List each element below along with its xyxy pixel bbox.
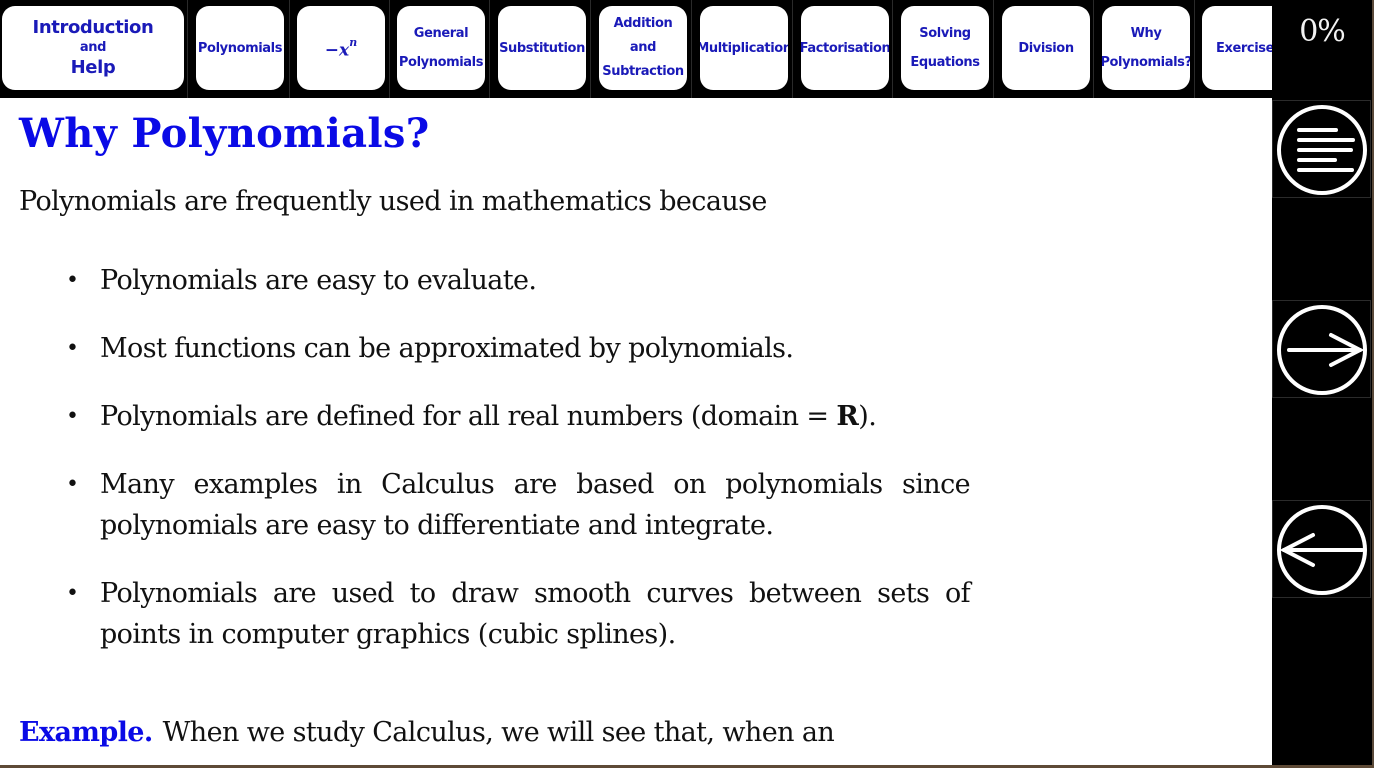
list-item: • Polynomials are defined for all real n…	[66, 396, 970, 437]
tab-minus-x-n[interactable]: −xn	[297, 6, 385, 90]
tab-solving-equations[interactable]: Solving Equations	[901, 6, 989, 90]
list-item-text: Polynomials are defined for all real num…	[100, 401, 877, 432]
tab-exercises[interactable]: Exercises	[1202, 6, 1272, 90]
tab-label: Substitution	[499, 40, 585, 56]
tab-multiplication[interactable]: Multiplication	[700, 6, 788, 90]
tab-factorisation[interactable]: Factorisation	[801, 6, 889, 90]
contents-button[interactable]	[1272, 100, 1371, 198]
tab-addition-and-subtraction[interactable]: Addition and Subtraction	[599, 6, 687, 90]
tab-label-base: −x	[324, 40, 350, 61]
list-item: • Polynomials are easy to evaluate.	[66, 260, 970, 301]
tab-division[interactable]: Division	[1002, 6, 1090, 90]
tab-label: −xn	[325, 35, 357, 62]
nav-cell: Factorisation	[793, 0, 893, 98]
bullet-icon: •	[66, 472, 79, 497]
tab-label: Polynomials	[398, 55, 484, 70]
tab-polynomials[interactable]: Polynomials	[196, 6, 284, 90]
list-item: • Most functions can be approximated by …	[66, 328, 970, 369]
tab-why-polynomials[interactable]: Why Polynomials?	[1102, 6, 1190, 90]
tab-label-exponent: n	[349, 35, 358, 49]
tab-introduction-and-help[interactable]: Introduction and Help	[2, 6, 184, 90]
list-item: • Polynomials are used to draw smooth cu…	[66, 573, 971, 655]
list-item-text: Polynomials are easy to evaluate.	[100, 265, 537, 296]
tab-label: Multiplication	[700, 40, 788, 56]
tab-label: Why	[1130, 26, 1162, 41]
nav-cell: Substitution	[490, 0, 591, 98]
tab-label: Help	[70, 57, 116, 78]
list-item-text: Polynomials are used to draw smooth curv…	[100, 578, 971, 650]
menu-lines-icon	[1277, 105, 1367, 195]
nav-cell: Polynomials	[188, 0, 290, 98]
tab-label: Solving	[919, 26, 971, 41]
arrow-left-circle-icon	[1277, 505, 1367, 595]
example-paragraph: Example. When we study Calculus, we will …	[19, 712, 970, 753]
next-page-button[interactable]	[1272, 300, 1371, 398]
tab-label: Equations	[910, 55, 980, 70]
navigation-sidebar: 0%	[1272, 0, 1372, 766]
tab-label: Subtraction	[602, 64, 684, 79]
arrow-right-circle-icon	[1277, 305, 1367, 395]
section-nav-bar: Introduction and Help Polynomials −xn Ge…	[0, 0, 1272, 98]
previous-page-button[interactable]	[1272, 500, 1371, 598]
nav-cell: Why Polynomials?	[1094, 0, 1195, 98]
real-numbers-symbol: R	[836, 401, 859, 432]
text-fragment: ).	[858, 401, 877, 432]
tab-label: Polynomials?	[1102, 55, 1190, 70]
nav-cell: Exercises	[1195, 0, 1272, 98]
nav-cell: General Polynomials	[390, 0, 490, 98]
tab-label: and	[629, 40, 657, 55]
example-label: Example.	[19, 717, 153, 748]
bullet-icon: •	[66, 336, 79, 361]
text-fragment: Polynomials are defined for all real num…	[100, 401, 837, 432]
nav-cell: Solving Equations	[893, 0, 994, 98]
nav-cell: Addition and Subtraction	[591, 0, 692, 98]
nav-cell: Division	[994, 0, 1094, 98]
list-item: • Many examples in Calculus are based on…	[66, 464, 971, 546]
progress-indicator: 0%	[1299, 14, 1346, 49]
intro-paragraph: Polynomials are frequently used in mathe…	[19, 186, 767, 217]
tab-label: and	[79, 40, 107, 55]
list-item-text: Most functions can be approximated by po…	[100, 333, 794, 364]
bullet-icon: •	[66, 268, 79, 293]
nav-cell: Introduction and Help	[0, 0, 188, 98]
nav-cell: −xn	[290, 0, 390, 98]
slide-viewer: Introduction and Help Polynomials −xn Ge…	[0, 0, 1374, 768]
bullet-icon: •	[66, 404, 79, 429]
page-title: Why Polynomials?	[19, 110, 430, 157]
example-text: When we study Calculus, we will see that…	[162, 717, 835, 748]
bullet-icon: •	[66, 581, 79, 606]
nav-cell: Multiplication	[692, 0, 793, 98]
tab-label: Polynomials	[197, 40, 283, 56]
tab-substitution[interactable]: Substitution	[498, 6, 586, 90]
tab-label: Introduction	[32, 17, 154, 38]
tab-label: Addition	[613, 16, 673, 31]
tab-label: Factorisation	[801, 40, 889, 56]
slide-content: Why Polynomials? Polynomials are frequen…	[0, 98, 1272, 765]
tab-label: Division	[1018, 40, 1074, 56]
list-item-text: Many examples in Calculus are based on p…	[100, 469, 971, 541]
tab-label: Exercises	[1216, 40, 1272, 56]
tab-general-polynomials[interactable]: General Polynomials	[397, 6, 485, 90]
tab-label: General	[413, 26, 469, 41]
